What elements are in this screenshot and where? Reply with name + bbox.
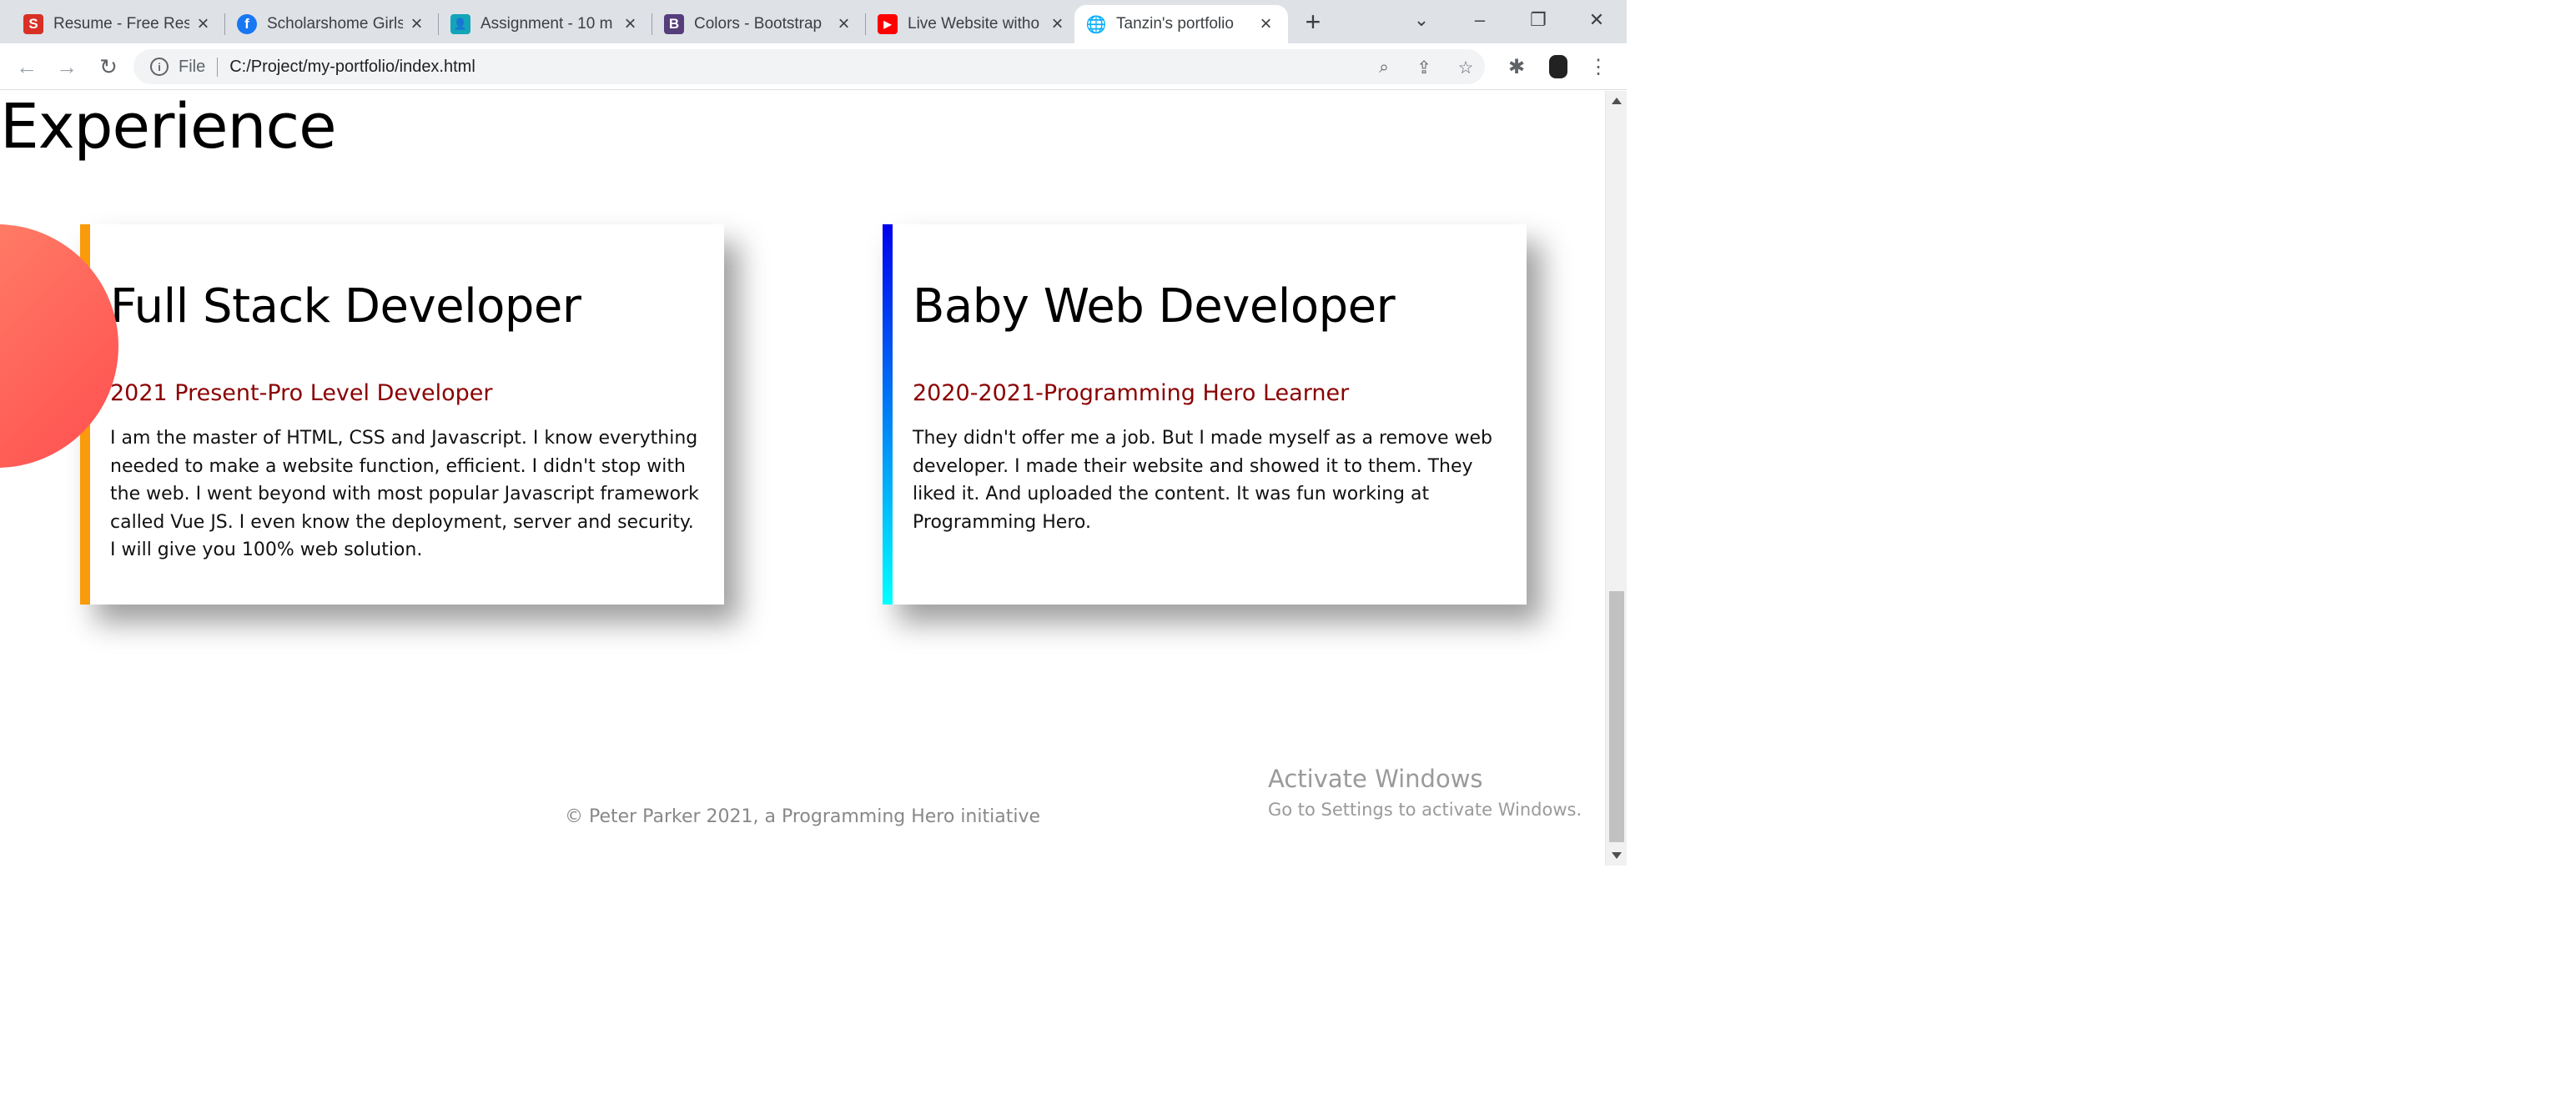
browser-window: S Resume - Free Resu × f Scholarshome Gi… — [0, 0, 1627, 866]
back-icon[interactable]: ← — [12, 52, 42, 82]
card-subtitle: 2020-2021-Programming Hero Learner — [913, 380, 1350, 406]
tab-search-chevron-icon[interactable]: ⌄ — [1396, 3, 1446, 37]
section-title: Experience — [0, 91, 337, 163]
tab-scholarshome[interactable]: f Scholarshome Girls × — [225, 5, 439, 43]
scheme-label: File — [179, 57, 219, 77]
tab-title: Resume - Free Resu — [53, 15, 190, 33]
close-icon[interactable]: × — [620, 13, 641, 35]
tab-title: Scholarshome Girls — [267, 15, 404, 33]
card-description: They didn't offer me a job. But I made m… — [913, 428, 1493, 533]
card-accent-bar — [883, 224, 893, 605]
close-icon[interactable]: × — [193, 13, 214, 35]
reload-icon[interactable]: ↻ — [93, 52, 123, 82]
activate-subtitle: Go to Settings to activate Windows. — [1268, 800, 1582, 820]
vertical-scrollbar[interactable] — [1605, 91, 1627, 866]
close-icon[interactable]: × — [1255, 13, 1276, 35]
card-description: I am the master of HTML, CSS and Javascr… — [110, 428, 699, 560]
classroom-favicon-icon: 👤 — [450, 14, 470, 34]
close-icon[interactable]: × — [1047, 13, 1068, 35]
tab-title: Tanzin's portfolio — [1116, 15, 1234, 33]
tab-strip: S Resume - Free Resu × f Scholarshome Gi… — [0, 0, 1627, 43]
tab-title: Colors - Bootstrap — [694, 15, 823, 33]
bookmark-star-icon[interactable]: ☆ — [1455, 57, 1477, 78]
facebook-favicon-icon: f — [237, 14, 257, 34]
tab-portfolio[interactable]: 🌐 Tanzin's portfolio × — [1074, 5, 1288, 43]
tab-title: Assignment - 10 m — [480, 15, 613, 33]
minimize-icon[interactable]: – — [1455, 3, 1505, 37]
activate-windows-watermark: Activate Windows Go to Settings to activ… — [1268, 765, 1582, 820]
zoom-icon[interactable]: ⌕ — [1373, 57, 1395, 78]
menu-icon[interactable]: ⋮ — [1585, 53, 1612, 80]
info-icon[interactable]: i — [150, 58, 169, 76]
card-title: Full Stack Developer — [110, 279, 581, 334]
scroll-up-icon[interactable] — [1612, 98, 1622, 104]
resume-favicon-icon: S — [23, 14, 43, 34]
tab-resume[interactable]: S Resume - Free Resu × — [12, 5, 225, 43]
globe-favicon-icon: 🌐 — [1085, 15, 1107, 34]
browser-toolbar: ← → ↻ i File C:/Project/my-portfolio/ind… — [0, 43, 1627, 90]
activate-title: Activate Windows — [1268, 765, 1483, 793]
tab-youtube[interactable]: ▶ Live Website witho × — [866, 5, 1079, 43]
tab-title: Live Website witho — [908, 15, 1040, 33]
card-title: Baby Web Developer — [913, 279, 1396, 334]
address-bar[interactable]: i File C:/Project/my-portfolio/index.htm… — [133, 49, 1485, 84]
page-viewport: Experience Full Stack Developer 2021 Pre… — [0, 91, 1627, 866]
close-icon[interactable]: × — [833, 13, 854, 35]
url-text[interactable]: C:/Project/my-portfolio/index.html — [229, 58, 475, 77]
new-tab-icon[interactable]: + — [1298, 7, 1328, 37]
card-subtitle: 2021 Present-Pro Level Developer — [110, 380, 493, 406]
close-icon[interactable]: × — [406, 13, 427, 35]
close-window-icon[interactable]: ✕ — [1572, 3, 1622, 37]
tab-bootstrap[interactable]: B Colors - Bootstrap × — [652, 5, 866, 43]
scroll-down-icon[interactable] — [1612, 852, 1622, 859]
restore-icon[interactable]: ❐ — [1513, 3, 1563, 37]
youtube-favicon-icon: ▶ — [878, 14, 898, 34]
forward-icon[interactable]: → — [52, 52, 82, 82]
tab-assignment[interactable]: 👤 Assignment - 10 m × — [439, 5, 652, 43]
experience-card: Full Stack Developer 2021 Present-Pro Le… — [80, 224, 724, 605]
scrollbar-thumb[interactable] — [1609, 591, 1624, 842]
experience-card: Baby Web Developer 2020-2021-Programming… — [883, 224, 1527, 605]
extensions-icon[interactable]: ✱ — [1503, 53, 1530, 80]
share-icon[interactable]: ⇪ — [1413, 57, 1435, 78]
bootstrap-favicon-icon: B — [664, 14, 684, 34]
avatar[interactable] — [1545, 53, 1572, 80]
